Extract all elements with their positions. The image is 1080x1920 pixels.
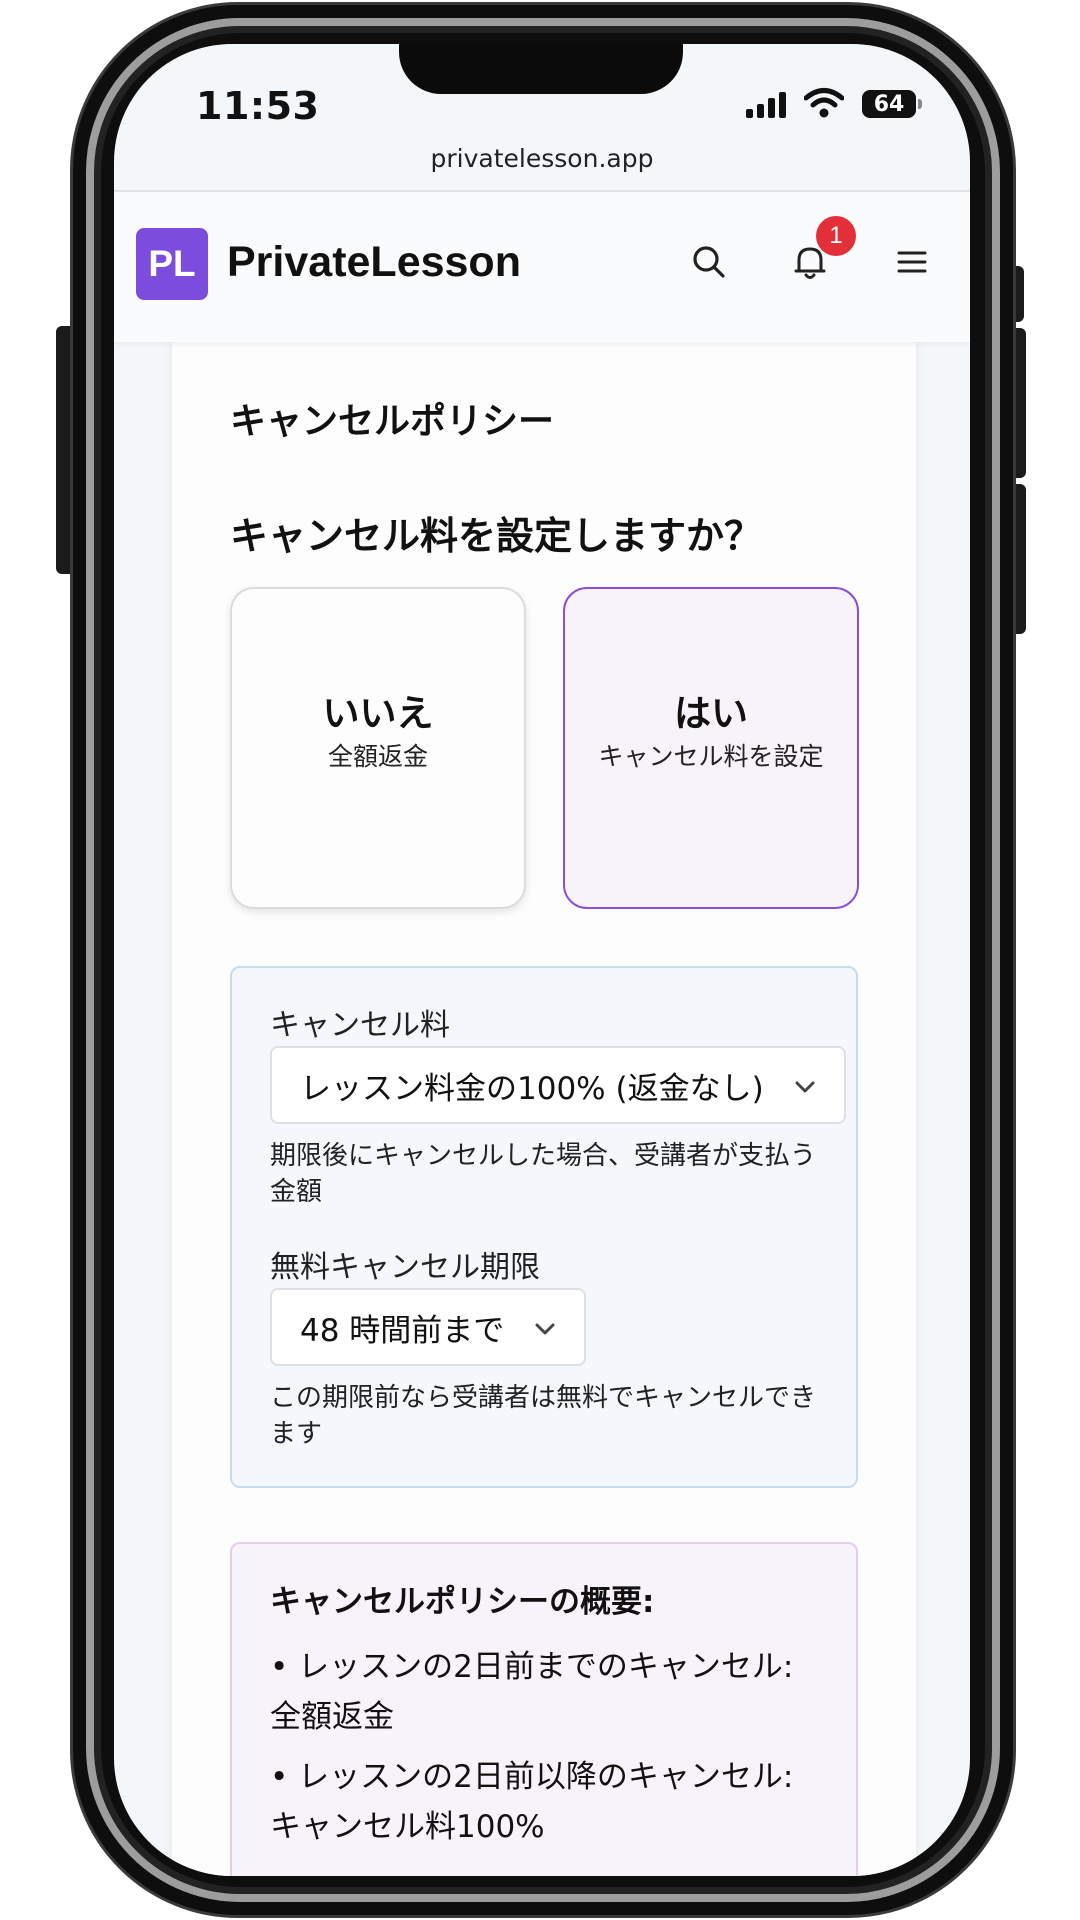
chevron-down-icon	[535, 1323, 555, 1335]
section-title: キャンセルポリシー	[230, 401, 555, 442]
deadline-select[interactable]: 48 時間前まで	[270, 1288, 586, 1366]
fee-settings-panel: キャンセル料 レッスン料金の100% (返金なし) 期限後にキャンセルした場合、…	[230, 966, 858, 1488]
option-title: いいえ	[322, 692, 434, 735]
app-logo[interactable]: PL	[136, 228, 208, 300]
fee-help-text: 期限後にキャンセルした場合、受講者が支払う金額	[270, 1141, 817, 1207]
fee-question: キャンセル料を設定しますか？	[230, 514, 763, 558]
menu-icon[interactable]	[892, 242, 932, 282]
fee-select-value: レッスン料金の100% (返金なし)	[300, 1070, 764, 1107]
summary-title: キャンセルポリシーの概要:	[270, 1584, 655, 1620]
summary-item: • レッスンの2日前以降のキャンセル: キャンセル料100%	[270, 1759, 794, 1845]
summary-item: • レッスンの2日前までのキャンセル: 全額返金	[270, 1649, 794, 1735]
status-time: 11:53	[196, 84, 320, 128]
battery-icon: 64	[862, 90, 922, 118]
deadline-help-text: この期限前なら受講者は無料でキャンセルできます	[270, 1383, 817, 1449]
phone-notch	[399, 44, 683, 94]
policy-summary-box: キャンセルポリシーの概要: • レッスンの2日前までのキャンセル: 全額返金 •…	[230, 1542, 858, 1876]
option-yes-card[interactable]: はい キャンセル料を設定	[563, 587, 859, 909]
wifi-icon	[804, 88, 844, 118]
cancel-policy-card: キャンセルポリシー キャンセル料を設定しますか？ いいえ 全額返金 はい キャン…	[172, 342, 916, 1876]
brand-name[interactable]: PrivateLesson	[227, 238, 521, 287]
search-icon[interactable]	[689, 242, 729, 282]
deadline-label: 無料キャンセル期限	[270, 1250, 540, 1285]
battery-level: 64	[873, 91, 905, 117]
fee-select[interactable]: レッスン料金の100% (返金なし)	[270, 1046, 846, 1124]
option-subtitle: キャンセル料を設定	[598, 742, 824, 771]
notification-badge: 1	[816, 216, 856, 256]
chevron-down-icon	[795, 1081, 815, 1093]
signal-icon	[746, 92, 786, 118]
app-header: PL PrivateLesson 1	[114, 192, 970, 342]
option-no-card[interactable]: いいえ 全額返金	[230, 587, 526, 909]
option-title: はい	[674, 692, 748, 735]
option-subtitle: 全額返金	[327, 742, 428, 771]
browser-url[interactable]: privatelesson.app	[114, 144, 970, 173]
deadline-select-value: 48 時間前まで	[300, 1312, 505, 1349]
phone-screen: 11:53 64 privatelesson.app PL PrivateLes…	[114, 44, 970, 1876]
fee-label: キャンセル料	[270, 1008, 450, 1043]
